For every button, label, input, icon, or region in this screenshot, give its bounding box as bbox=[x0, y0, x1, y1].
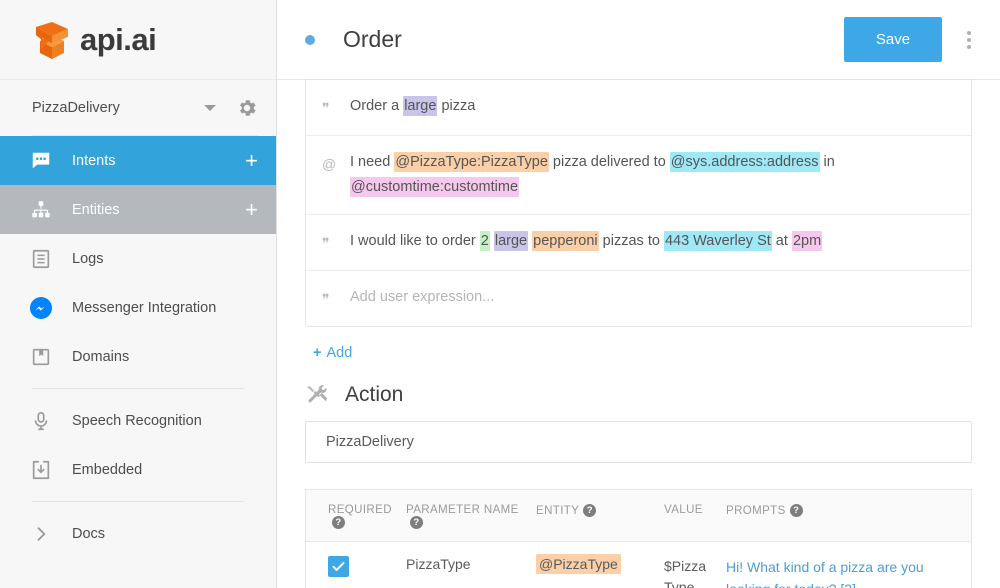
user-expression-text: I need @PizzaType:PizzaType pizza delive… bbox=[350, 152, 835, 197]
sidebar-item-domains[interactable]: Domains bbox=[0, 332, 276, 381]
sidebar-item-speech-recognition[interactable]: Speech Recognition bbox=[0, 396, 276, 445]
help-icon[interactable]: ? bbox=[332, 516, 345, 529]
sidebar-item-label: Embedded bbox=[72, 461, 143, 478]
parameters-table-header: REQUIRED? PARAMETER NAME ? ENTITY? VALUE… bbox=[306, 489, 971, 542]
user-expression-row[interactable]: @ I need @PizzaType:PizzaType pizza deli… bbox=[306, 136, 971, 215]
entity-highlight[interactable]: pepperoni bbox=[532, 231, 599, 251]
book-icon bbox=[28, 344, 54, 370]
at-icon: @ bbox=[322, 156, 337, 172]
sidebar: api.ai PizzaDelivery Intents + Entities … bbox=[0, 0, 277, 588]
sidebar-item-logs[interactable]: Logs bbox=[0, 234, 276, 283]
build-tools-icon bbox=[305, 383, 329, 407]
app-root: api.ai PizzaDelivery Intents + Entities … bbox=[0, 0, 1000, 588]
quote-icon: ❞ bbox=[322, 100, 330, 116]
sidebar-item-entities[interactable]: Entities + bbox=[0, 185, 276, 234]
plus-icon: + bbox=[313, 345, 322, 361]
sidebar-item-label: Messenger Integration bbox=[72, 299, 217, 316]
parameter-entity-cell[interactable]: @PizzaType bbox=[536, 554, 664, 588]
checkbox-checked-icon[interactable] bbox=[328, 556, 349, 577]
entity-highlight[interactable]: 443 Waverley St bbox=[663, 231, 772, 251]
sidebar-item-intents[interactable]: Intents + bbox=[0, 136, 276, 185]
user-expressions-list: ❞ Order a large pizza @ I need @PizzaTyp… bbox=[305, 79, 972, 327]
entity-highlight[interactable]: large bbox=[403, 96, 438, 116]
add-user-expression-placeholder[interactable]: Add user expression... bbox=[350, 285, 955, 312]
entity-highlight[interactable]: @customtime:customtime bbox=[350, 177, 520, 197]
toolbar: Order Save bbox=[277, 0, 1000, 80]
entity-highlight[interactable]: @PizzaType:PizzaType bbox=[394, 152, 549, 172]
list-icon bbox=[28, 246, 54, 272]
main-panel: Order Save ❞ Order a large pizza @ I nee… bbox=[277, 0, 1000, 588]
add-intent-button[interactable]: + bbox=[245, 149, 258, 172]
user-expression-text: Order a large pizza bbox=[350, 96, 476, 116]
project-selector[interactable]: PizzaDelivery bbox=[0, 80, 276, 135]
action-section-title: Action bbox=[345, 383, 404, 406]
chat-bubble-icon bbox=[28, 148, 54, 174]
sidebar-item-label: Domains bbox=[72, 348, 130, 365]
main-content: ❞ Order a large pizza @ I need @PizzaTyp… bbox=[277, 79, 1000, 588]
sidebar-divider bbox=[32, 388, 244, 389]
logo-text: api.ai bbox=[80, 21, 157, 57]
user-expression-row[interactable]: ❞ I would like to order 2 large pepperon… bbox=[306, 215, 971, 271]
help-icon[interactable]: ? bbox=[583, 504, 597, 517]
microphone-icon bbox=[28, 408, 54, 434]
parameter-value-cell[interactable]: $PizzaType bbox=[664, 556, 726, 588]
entity-highlight[interactable]: @sys.address:address bbox=[669, 152, 820, 172]
user-expression-text: I would like to order 2 large pepperoni … bbox=[350, 231, 823, 251]
action-section-header: Action bbox=[305, 365, 972, 421]
entity-highlight[interactable]: 2 bbox=[479, 231, 490, 251]
sidebar-item-label: Intents bbox=[72, 152, 116, 169]
help-icon[interactable]: ? bbox=[410, 516, 423, 529]
box-logo-icon bbox=[32, 19, 74, 61]
add-entity-button[interactable]: + bbox=[245, 198, 258, 221]
sidebar-item-label: Entities bbox=[72, 201, 120, 218]
sidebar-item-docs[interactable]: Docs bbox=[0, 509, 276, 558]
column-header-parameter-name: PARAMETER NAME ? bbox=[406, 504, 519, 529]
entity-chip: @PizzaType bbox=[536, 554, 621, 574]
column-header-required: REQUIRED? bbox=[328, 504, 392, 529]
column-header-value: VALUE bbox=[664, 504, 703, 516]
action-name-value: PizzaDelivery bbox=[326, 434, 414, 450]
parameter-name-cell[interactable]: PizzaType bbox=[406, 556, 536, 588]
sidebar-item-embedded[interactable]: Embedded bbox=[0, 445, 276, 494]
sidebar-item-messenger-integration[interactable]: Messenger Integration bbox=[0, 283, 276, 332]
save-button[interactable]: Save bbox=[844, 17, 942, 62]
chevron-right-icon bbox=[28, 521, 54, 547]
hierarchy-icon bbox=[28, 197, 54, 223]
entity-highlight[interactable]: large bbox=[493, 231, 529, 251]
add-expression-button[interactable]: + Add bbox=[305, 327, 352, 365]
kebab-menu-icon[interactable] bbox=[956, 30, 982, 49]
parameter-required-cell bbox=[306, 556, 406, 588]
messenger-icon bbox=[28, 295, 54, 321]
quote-icon: ❞ bbox=[322, 291, 330, 307]
gear-icon[interactable] bbox=[236, 97, 258, 119]
sidebar-item-label: Docs bbox=[72, 525, 106, 542]
prompt-text[interactable]: Hi! What kind of a pizza are you looking… bbox=[726, 559, 924, 588]
parameters-table: REQUIRED? PARAMETER NAME ? ENTITY? VALUE… bbox=[305, 489, 972, 588]
sidebar-divider bbox=[32, 501, 244, 502]
page-title: Order bbox=[343, 26, 402, 52]
table-row: PizzaType @PizzaType $PizzaType Hi! What… bbox=[306, 542, 971, 588]
project-name: PizzaDelivery bbox=[32, 99, 120, 116]
entity-highlight[interactable]: 2pm bbox=[791, 231, 823, 251]
help-icon[interactable]: ? bbox=[789, 504, 803, 517]
sidebar-item-label: Logs bbox=[72, 250, 104, 267]
column-header-prompts: PROMPTS? bbox=[726, 504, 971, 529]
quote-icon: ❞ bbox=[322, 235, 330, 251]
download-box-icon bbox=[28, 457, 54, 483]
add-user-expression-input-row[interactable]: ❞ Add user expression... bbox=[306, 271, 971, 326]
action-name-input[interactable]: PizzaDelivery bbox=[305, 421, 972, 463]
parameter-prompts-cell[interactable]: Hi! What kind of a pizza are you looking… bbox=[726, 556, 971, 588]
app-logo[interactable]: api.ai bbox=[0, 0, 276, 80]
chevron-down-icon[interactable] bbox=[204, 104, 216, 111]
add-expression-label: Add bbox=[326, 345, 353, 361]
sidebar-item-label: Speech Recognition bbox=[72, 412, 202, 429]
column-header-entity: ENTITY? bbox=[536, 504, 664, 529]
user-expression-row[interactable]: ❞ Order a large pizza bbox=[306, 80, 971, 136]
intent-status-dot bbox=[305, 34, 315, 45]
